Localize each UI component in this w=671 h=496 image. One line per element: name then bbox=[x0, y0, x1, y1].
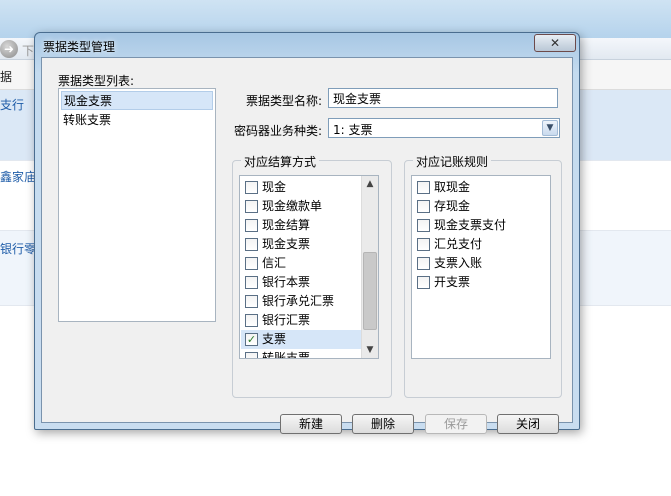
accounting-item[interactable]: 取现金 bbox=[413, 178, 549, 197]
accounting-item[interactable]: 开支票 bbox=[413, 273, 549, 292]
settlement-item[interactable]: 银行汇票 bbox=[241, 311, 361, 330]
scroll-thumb[interactable] bbox=[363, 252, 377, 330]
settlement-item[interactable]: 信汇 bbox=[241, 254, 361, 273]
settlement-item[interactable]: 银行承兑汇票 bbox=[241, 292, 361, 311]
accounting-item[interactable]: 存现金 bbox=[413, 197, 549, 216]
accounting-item-label: 支票入账 bbox=[434, 256, 483, 270]
checkbox-icon[interactable] bbox=[245, 238, 258, 251]
back-arrow-icon[interactable]: ➜ bbox=[0, 40, 18, 58]
checkbox-icon[interactable] bbox=[245, 257, 258, 270]
accounting-item-label: 汇兑支付 bbox=[434, 237, 483, 251]
accounting-item-label: 存现金 bbox=[434, 199, 471, 213]
dialog-close-button[interactable]: ✕ bbox=[534, 34, 576, 52]
settlement-item-label: 银行汇票 bbox=[262, 313, 311, 327]
checkbox-icon[interactable] bbox=[417, 219, 430, 232]
accounting-item[interactable]: 汇兑支付 bbox=[413, 235, 549, 254]
settlement-item-label: 支票 bbox=[262, 332, 287, 346]
new-button[interactable]: 新建 bbox=[280, 414, 342, 434]
save-button[interactable]: 保存 bbox=[425, 414, 487, 434]
settlement-item-label: 现金缴款单 bbox=[262, 199, 323, 213]
app-toolbar-text: 据 bbox=[0, 70, 13, 84]
settlement-item-label: 银行本票 bbox=[262, 275, 311, 289]
name-label: 票据类型名称: bbox=[245, 94, 322, 108]
settlement-group: 对应结算方式 现金 现金缴款单 现金结算 现金支票 信汇 银行本票 银行承兑汇票… bbox=[232, 153, 392, 398]
settlement-item[interactable]: 现金支票 bbox=[241, 235, 361, 254]
accounting-list[interactable]: 取现金 存现金 现金支票支付 汇兑支付 支票入账 开支票 bbox=[411, 175, 551, 359]
type-list-label: 票据类型列表: bbox=[58, 74, 135, 88]
checkbox-icon[interactable] bbox=[245, 219, 258, 232]
type-list[interactable]: 现金支票 转账支票 bbox=[58, 88, 216, 322]
checkbox-icon[interactable] bbox=[417, 238, 430, 251]
password-type-value: 1: 支票 bbox=[333, 123, 373, 137]
password-type-select[interactable]: 1: 支票 ▼ bbox=[328, 118, 560, 138]
dialog-title: 票据类型管理 bbox=[43, 40, 116, 54]
settlement-item[interactable]: 现金缴款单 bbox=[241, 197, 361, 216]
settlement-item-label: 现金结算 bbox=[262, 218, 311, 232]
settlement-item[interactable]: 现金结算 bbox=[241, 216, 361, 235]
checkbox-icon[interactable] bbox=[417, 181, 430, 194]
settlement-item-label: 信汇 bbox=[262, 256, 287, 270]
bg-link-bank[interactable]: 支行 bbox=[0, 96, 24, 113]
delete-button[interactable]: 删除 bbox=[352, 414, 414, 434]
dialog-client-area: 票据类型列表: 现金支票 转账支票 票据类型名称: 密码器业务种类: 1: 支票… bbox=[41, 57, 573, 434]
type-list-item[interactable]: 转账支票 bbox=[61, 111, 213, 130]
checkbox-icon[interactable] bbox=[245, 276, 258, 289]
accounting-item[interactable]: 支票入账 bbox=[413, 254, 549, 273]
accounting-group-title: 对应记账规则 bbox=[413, 153, 492, 170]
app-nav-text: 下 bbox=[22, 44, 35, 58]
settlement-item-label: 现金支票 bbox=[262, 237, 311, 251]
checkbox-icon[interactable] bbox=[417, 257, 430, 270]
accounting-item[interactable]: 现金支票支付 bbox=[413, 216, 549, 235]
close-button[interactable]: 关闭 bbox=[497, 414, 559, 434]
settlement-item-label: 转账支票 bbox=[262, 351, 311, 359]
chevron-up-icon[interactable]: ▲ bbox=[362, 176, 378, 192]
type-list-item[interactable]: 现金支票 bbox=[61, 91, 213, 110]
settlement-item-label: 银行承兑汇票 bbox=[262, 294, 335, 308]
settlement-group-title: 对应结算方式 bbox=[241, 153, 320, 170]
accounting-item-label: 开支票 bbox=[434, 275, 471, 289]
checkbox-icon[interactable] bbox=[245, 181, 258, 194]
settlement-list[interactable]: 现金 现金缴款单 现金结算 现金支票 信汇 银行本票 银行承兑汇票 银行汇票 ✓… bbox=[239, 175, 379, 359]
settlement-item[interactable]: 转账支票 bbox=[241, 349, 361, 359]
checkbox-icon[interactable] bbox=[417, 200, 430, 213]
checkbox-icon[interactable] bbox=[245, 200, 258, 213]
checkbox-icon[interactable] bbox=[245, 314, 258, 327]
settlement-item[interactable]: 银行本票 bbox=[241, 273, 361, 292]
settlement-item-label: 现金 bbox=[262, 180, 287, 194]
bill-type-dialog: 票据类型管理 ✕ 票据类型列表: 现金支票 转账支票 票据类型名称: 密码器业务… bbox=[34, 32, 580, 434]
checkbox-icon[interactable] bbox=[417, 276, 430, 289]
password-type-label: 密码器业务种类: bbox=[233, 124, 322, 138]
settlement-item[interactable]: ✓ 支票 bbox=[241, 330, 361, 349]
checkbox-icon[interactable] bbox=[245, 295, 258, 308]
settlement-item[interactable]: 现金 bbox=[241, 178, 361, 197]
accounting-item-label: 现金支票支付 bbox=[434, 218, 507, 232]
settlement-scrollbar[interactable]: ▲ ▼ bbox=[361, 176, 378, 358]
checkbox-icon[interactable]: ✓ bbox=[245, 333, 258, 346]
type-name-input[interactable] bbox=[328, 88, 558, 108]
chevron-down-icon[interactable]: ▼ bbox=[362, 342, 378, 358]
chevron-down-icon[interactable]: ▼ bbox=[542, 120, 558, 136]
accounting-group: 对应记账规则 取现金 存现金 现金支票支付 汇兑支付 支票入账 开支票 bbox=[404, 153, 562, 398]
accounting-item-label: 取现金 bbox=[434, 180, 471, 194]
checkbox-icon[interactable] bbox=[245, 352, 258, 358]
